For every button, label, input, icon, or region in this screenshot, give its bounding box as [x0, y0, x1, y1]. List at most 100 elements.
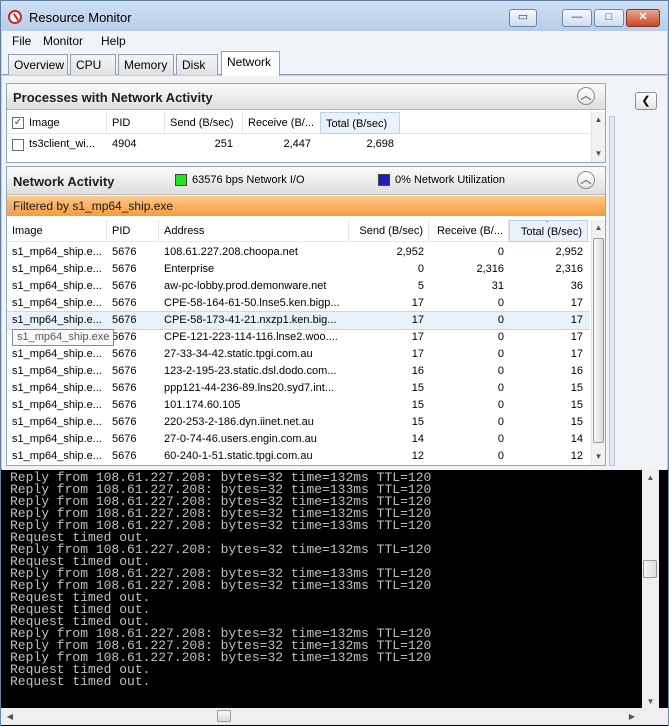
column-total-label: Total (B/sec) — [326, 118, 388, 130]
maximize-button[interactable]: □ — [594, 9, 624, 27]
scroll-left-icon[interactable]: ◀ — [3, 708, 17, 725]
scroll-thumb[interactable] — [643, 560, 657, 578]
console-output: Reply from 108.61.227.208: bytes=32 time… — [10, 471, 431, 688]
cell-pid: 5676 — [112, 314, 137, 326]
cell-address: CPE-58-164-61-50.lnse5.ken.bigp... — [164, 297, 340, 309]
column-send[interactable]: Send (B/sec) — [349, 220, 429, 242]
network-column-headers: Image PID Address Send (B/sec) Receive (… — [7, 220, 590, 242]
scroll-up-icon[interactable]: ▲ — [592, 112, 605, 128]
menu-file[interactable]: File — [12, 34, 31, 48]
tab-memory[interactable]: Memory — [118, 54, 174, 75]
network-scrollbar[interactable]: ▲ ▼ — [591, 220, 605, 465]
restore-button[interactable]: ▭ — [509, 9, 537, 27]
menu-monitor[interactable]: Monitor — [43, 34, 83, 48]
cell-receive: 2,316 — [476, 263, 504, 275]
column-receive[interactable]: Receive (B/... — [243, 112, 321, 134]
chevron-up-icon[interactable]: ︿ — [577, 171, 595, 189]
cell-address: 60-240-1-51.static.tpgi.com.au — [164, 450, 313, 462]
column-total[interactable]: ▾ Total (B/sec) — [320, 112, 400, 134]
process-checkbox[interactable] — [12, 139, 24, 151]
cell-send: 0 — [417, 263, 424, 275]
cell-pid: 5676 — [112, 246, 137, 258]
column-image-label: Image — [29, 117, 60, 129]
scroll-up-icon[interactable]: ▲ — [642, 470, 659, 486]
cell-address: ppp121-44-236-89.lns20.syd7.int... — [164, 382, 335, 394]
cell-total: 17 — [570, 314, 583, 326]
table-row[interactable]: s1_mp64_ship.e... 5676 220-253-2-186.dyn.i… — [7, 414, 590, 431]
sidebar-splitter[interactable] — [609, 116, 615, 466]
column-image[interactable]: ✓ Image — [7, 112, 107, 134]
cell-send: 15 — [411, 416, 424, 428]
cell-send: 14 — [411, 433, 424, 445]
table-row[interactable]: s1_mp64_ship.e... 5676 Enterprise 0 2,316 2,3… — [7, 261, 590, 278]
cell-receive: 31 — [491, 280, 504, 292]
column-receive[interactable]: Receive (B/... — [429, 220, 509, 242]
table-row[interactable]: s1_mp64_ship.e... 5676 60-240-1-51.static.… — [7, 448, 590, 465]
minimize-button[interactable]: — — [562, 9, 592, 27]
table-row[interactable]: s1_mp64_ship.e... 5676 27-0-74-46.users.en… — [7, 431, 590, 448]
processes-panel-header[interactable]: Processes with Network Activity ︿ — [7, 84, 605, 110]
filter-bar: Filtered by s1_mp64_ship.exe — [7, 196, 605, 216]
table-row[interactable]: s1_mp64_ship.e... 5676 123-2-195-23.static… — [7, 363, 590, 380]
cell-receive: 0 — [497, 433, 504, 445]
cell-total: 15 — [570, 382, 583, 394]
tab-disk[interactable]: Disk — [176, 54, 218, 75]
column-total[interactable]: ▾ Total (B/sec) — [509, 220, 588, 242]
table-row[interactable]: s1_mp64_ship.exe5676 CPE-121-223-114-116.… — [7, 329, 590, 346]
tab-network[interactable]: Network — [221, 51, 280, 76]
column-pid[interactable]: PID — [107, 220, 159, 242]
table-row[interactable]: s1_mp64_ship.e... 5676 27-33-34-42.static.… — [7, 346, 590, 363]
cell-send: 17 — [411, 314, 424, 326]
table-row[interactable]: s1_mp64_ship.e... 5676 ppp121-44-236-89.ln… — [7, 380, 590, 397]
close-button[interactable]: ✕ — [626, 9, 660, 27]
chevron-up-icon[interactable]: ︿ — [577, 87, 595, 105]
scroll-down-icon[interactable]: ▼ — [592, 146, 605, 162]
table-row[interactable]: s1_mp64_ship.e... 5676 aw-pc-lobby.prod.de… — [7, 278, 590, 295]
cell-send: 5 — [417, 280, 424, 292]
resource-monitor-icon — [8, 10, 22, 24]
table-row[interactable]: s1_mp64_ship.e... 5676 101.174.60.105 15 0 15 — [7, 397, 590, 414]
sort-descending-icon: ▾ — [545, 220, 550, 225]
tab-overview[interactable]: Overview — [8, 54, 68, 75]
column-send[interactable]: Send (B/sec) — [165, 112, 243, 134]
cell-receive: 0 — [497, 246, 504, 258]
collapse-sidebar-icon[interactable]: ❮ — [635, 92, 657, 110]
cell-send: 12 — [411, 450, 424, 462]
menu-help[interactable]: Help — [101, 34, 126, 48]
table-row[interactable]: s1_mp64_ship.e... 5676 CPE-58-173-41-21.nx… — [7, 311, 590, 330]
column-image[interactable]: Image — [7, 220, 107, 242]
console-horizontal-scrollbar[interactable]: ◀ ▶ — [1, 708, 642, 725]
cell-receive: 0 — [497, 331, 504, 343]
table-row[interactable]: s1_mp64_ship.e... 5676 108.61.227.208.choo… — [7, 244, 590, 261]
cell-address: aw-pc-lobby.prod.demonware.net — [164, 280, 327, 292]
network-panel-header[interactable]: Network Activity 63576 bps Network I/O 0… — [7, 167, 605, 195]
column-address[interactable]: Address — [159, 220, 349, 242]
scroll-thumb[interactable] — [217, 710, 231, 722]
processes-column-headers: ✓ Image PID Send (B/sec) Receive (B/... … — [7, 112, 590, 134]
cell-address: CPE-58-173-41-21.nxzp1.ken.big... — [164, 314, 337, 326]
cell-receive: 0 — [497, 297, 504, 309]
table-row[interactable]: ts3client_wi... 4904 251 2,447 2,698 — [7, 136, 590, 154]
processes-scrollbar[interactable]: ▲ ▼ — [591, 112, 605, 162]
cell-address: 108.61.227.208.choopa.net — [164, 246, 298, 258]
scroll-thumb[interactable] — [593, 238, 604, 443]
menu-bar: File Monitor Help — [2, 31, 667, 51]
column-pid[interactable]: PID — [107, 112, 165, 134]
table-row[interactable]: s1_mp64_ship.e... 5676 CPE-58-164-61-50.ln… — [7, 295, 590, 312]
cell-send: 17 — [411, 348, 424, 360]
size-grip[interactable] — [642, 708, 668, 725]
cell-address: 101.174.60.105 — [164, 399, 241, 411]
tab-cpu[interactable]: CPU — [70, 54, 116, 75]
cell-image: s1_mp64_ship.e... — [12, 280, 102, 292]
title-bar[interactable]: Resource Monitor ▭ — □ ✕ — [1, 1, 668, 31]
scroll-down-icon[interactable]: ▼ — [592, 449, 605, 465]
column-total-label: Total (B/sec) — [520, 226, 582, 238]
cell-total: 36 — [570, 280, 583, 292]
scroll-right-icon[interactable]: ▶ — [625, 708, 639, 725]
network-io-legend: 63576 bps Network I/O — [192, 174, 305, 186]
scroll-up-icon[interactable]: ▲ — [592, 220, 605, 236]
cell-send: 15 — [411, 382, 424, 394]
select-all-checkbox[interactable]: ✓ — [12, 117, 24, 129]
cell-pid: 5676 — [112, 365, 137, 377]
console-vertical-scrollbar[interactable]: ▲ ▼ — [642, 470, 659, 710]
